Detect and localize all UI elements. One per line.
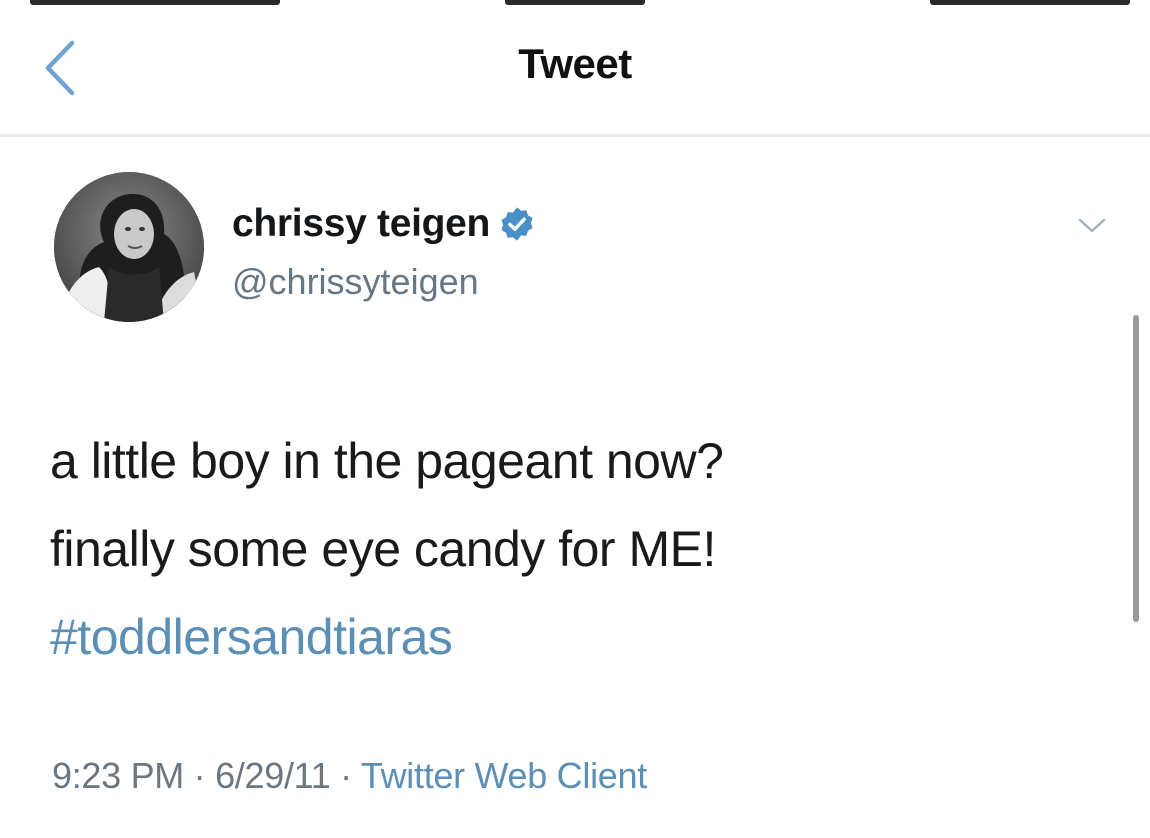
avatar[interactable] xyxy=(54,172,204,322)
author-handle[interactable]: @chrissyteigen xyxy=(232,261,479,303)
tweet-time: 9:23 PM xyxy=(52,755,184,796)
display-name: chrissy teigen xyxy=(232,202,491,245)
tweet-source-link[interactable]: Twitter Web Client xyxy=(361,755,647,796)
navigation-bar: Tweet xyxy=(0,0,1150,137)
tweet-metadata: 9:23 PM · 6/29/11 · Twitter Web Client xyxy=(52,755,647,797)
chevron-down-icon xyxy=(1078,218,1106,233)
verified-badge-icon xyxy=(501,207,533,241)
tweet-options-button[interactable] xyxy=(1070,211,1114,241)
meta-separator: · xyxy=(340,755,352,796)
tweet-date: 6/29/11 xyxy=(215,755,331,796)
avatar-photo xyxy=(54,172,204,322)
tweet-text-line: a little boy in the pageant now? xyxy=(50,433,724,489)
tweet-text: a little boy in the pageant now? finally… xyxy=(50,417,1090,681)
author-name-row[interactable]: chrissy teigen xyxy=(232,199,536,249)
meta-separator: · xyxy=(193,755,206,796)
scrollbar-thumb[interactable] xyxy=(1133,315,1139,622)
tweet-text-line: finally some eye candy for ME! xyxy=(50,521,716,577)
tweet-detail: chrissy teigen @chrissyteigen a little b… xyxy=(0,137,1150,838)
page-title: Tweet xyxy=(518,40,632,87)
hashtag-link[interactable]: #toddlersandtiaras xyxy=(50,593,1090,681)
